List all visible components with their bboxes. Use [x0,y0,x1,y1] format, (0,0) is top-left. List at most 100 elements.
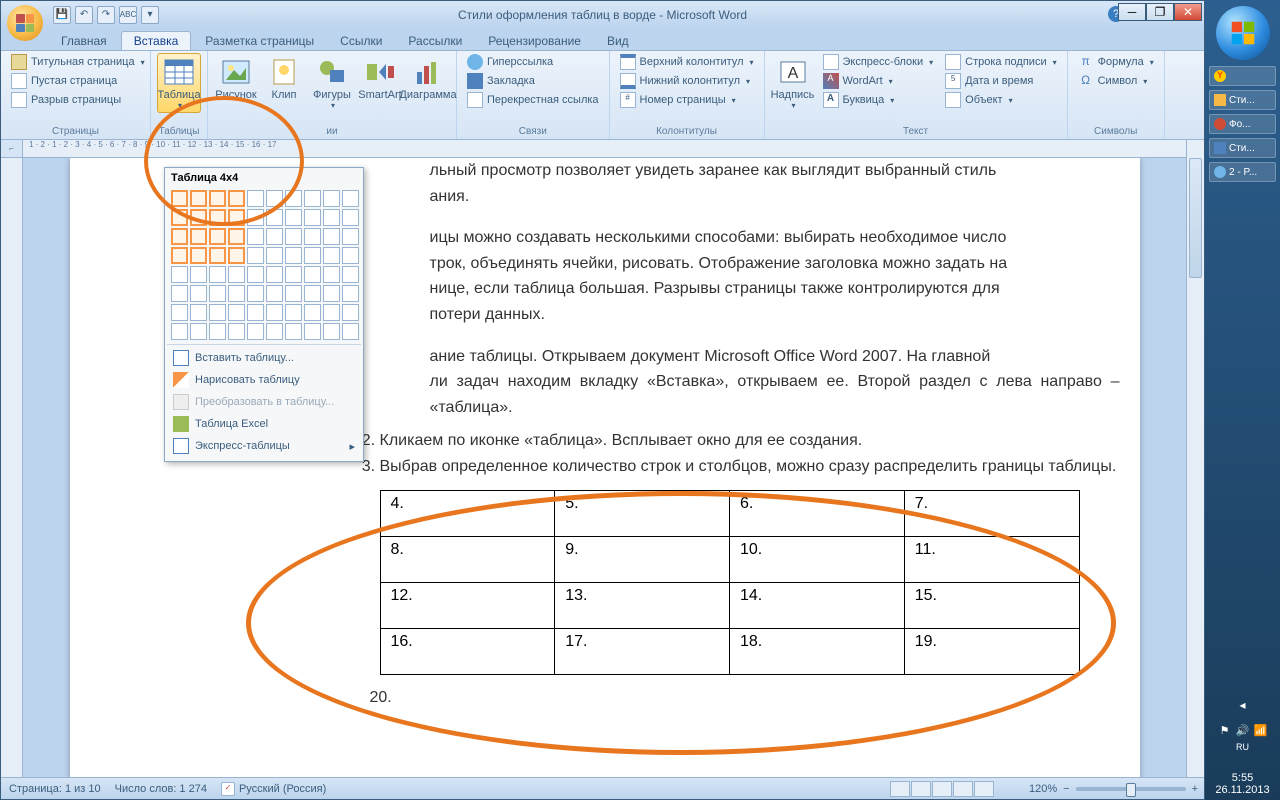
inserted-table[interactable]: 4.5.6.7. 8.9.10.11. 12.13.14.15. 16.17.1… [380,490,1080,675]
lang-ru-icon[interactable]: RU [1236,742,1250,756]
grid-cell[interactable] [228,285,245,302]
grid-cell[interactable] [209,266,226,283]
grid-cell[interactable] [190,190,207,207]
grid-cell[interactable] [247,209,264,226]
volume-icon[interactable]: 🔊 [1236,724,1250,738]
footer-button[interactable]: Нижний колонтитул▾ [616,72,758,90]
table-button[interactable]: Таблица▾ [157,53,201,113]
textbox-button[interactable]: AНадпись▾ [771,53,815,113]
blank-page-button[interactable]: Пустая страница [7,72,149,90]
tab-references[interactable]: Ссылки [328,32,394,50]
page-break-button[interactable]: Разрыв страницы [7,91,149,109]
task-item[interactable]: Сти... [1209,138,1276,158]
clip-button[interactable]: Клип [262,53,306,104]
qat-more-icon[interactable]: ▾ [141,6,159,24]
picture-button[interactable]: Рисунок [214,53,258,104]
grid-cell[interactable] [342,304,359,321]
grid-cell[interactable] [304,190,321,207]
close-button[interactable]: ✕ [1174,3,1202,21]
object-button[interactable]: Объект▾ [941,91,1060,109]
chart-button[interactable]: Диаграмма [406,53,450,104]
grid-cell[interactable] [228,323,245,340]
symbol-button[interactable]: ΩСимвол▾ [1074,72,1158,90]
office-button[interactable] [7,5,43,41]
grid-cell[interactable] [228,266,245,283]
grid-cell[interactable] [209,323,226,340]
task-item[interactable]: 2 - P... [1209,162,1276,182]
grid-cell[interactable] [304,266,321,283]
task-item[interactable]: Фо... [1209,114,1276,134]
status-page[interactable]: Страница: 1 из 10 [9,783,101,795]
signature-button[interactable]: Строка подписи▾ [941,53,1060,71]
tray-expand-icon[interactable]: ◂ [1205,698,1280,712]
crossref-button[interactable]: Перекрестная ссылка [463,91,603,109]
cover-page-button[interactable]: Титульная страница▾ [7,53,149,71]
minimize-button[interactable]: ─ [1118,3,1146,21]
grid-cell[interactable] [285,285,302,302]
grid-cell[interactable] [209,247,226,264]
grid-cell[interactable] [304,247,321,264]
smartart-button[interactable]: SmartArt [358,53,402,104]
grid-cell[interactable] [228,190,245,207]
status-language[interactable]: ✓Русский (Россия) [221,782,326,796]
draw-table-item[interactable]: Нарисовать таблицу [167,369,361,391]
grid-cell[interactable] [171,266,188,283]
ruler-corner[interactable]: ⌐ [1,140,22,158]
grid-cell[interactable] [323,209,340,226]
grid-cell[interactable] [304,323,321,340]
grid-cell[interactable] [228,247,245,264]
grid-cell[interactable] [323,323,340,340]
grid-cell[interactable] [190,247,207,264]
bookmark-button[interactable]: Закладка [463,72,603,90]
quickparts-button[interactable]: Экспресс-блоки▾ [819,53,938,71]
grid-cell[interactable] [285,247,302,264]
zoom-slider[interactable] [1076,787,1186,791]
grid-cell[interactable] [342,228,359,245]
grid-cell[interactable] [266,323,283,340]
tab-pagelayout[interactable]: Разметка страницы [193,32,326,50]
grid-cell[interactable] [171,190,188,207]
tab-insert[interactable]: Вставка [121,31,192,50]
grid-cell[interactable] [342,190,359,207]
hyperlink-button[interactable]: Гиперссылка [463,53,603,71]
scrollbar-thumb[interactable] [1189,158,1202,278]
datetime-button[interactable]: 5Дата и время [941,72,1060,90]
task-item[interactable]: Сти... [1209,90,1276,110]
grid-cell[interactable] [209,209,226,226]
grid-cell[interactable] [323,266,340,283]
dropcap-button[interactable]: AБуквица▾ [819,91,938,109]
view-fullread-icon[interactable] [911,781,931,797]
grid-cell[interactable] [304,228,321,245]
grid-cell[interactable] [323,190,340,207]
table-size-grid[interactable] [167,186,361,344]
grid-cell[interactable] [171,285,188,302]
grid-cell[interactable] [266,285,283,302]
grid-cell[interactable] [228,304,245,321]
shapes-button[interactable]: Фигуры▾ [310,53,354,113]
start-button[interactable] [1216,6,1270,60]
grid-cell[interactable] [342,247,359,264]
redo-icon[interactable]: ↷ [97,6,115,24]
grid-cell[interactable] [304,285,321,302]
flag-icon[interactable]: ⚑ [1218,724,1232,738]
header-button[interactable]: Верхний колонтитул▾ [616,53,758,71]
grid-cell[interactable] [342,285,359,302]
save-icon[interactable]: 💾 [53,6,71,24]
view-draft-icon[interactable] [974,781,994,797]
grid-cell[interactable] [209,228,226,245]
grid-cell[interactable] [171,209,188,226]
grid-cell[interactable] [285,304,302,321]
grid-cell[interactable] [247,323,264,340]
grid-cell[interactable] [285,190,302,207]
quick-tables-item[interactable]: Экспресс-таблицы▸ [167,435,361,457]
equation-button[interactable]: πФормула▾ [1074,53,1158,71]
view-print-icon[interactable] [890,781,910,797]
tab-home[interactable]: Главная [49,32,119,50]
status-wordcount[interactable]: Число слов: 1 274 [115,783,207,795]
grid-cell[interactable] [266,247,283,264]
zoom-in-icon[interactable]: + [1192,783,1198,795]
spellcheck-icon[interactable]: ABC [119,6,137,24]
vertical-scrollbar[interactable] [1186,140,1204,777]
grid-cell[interactable] [342,323,359,340]
grid-cell[interactable] [209,190,226,207]
